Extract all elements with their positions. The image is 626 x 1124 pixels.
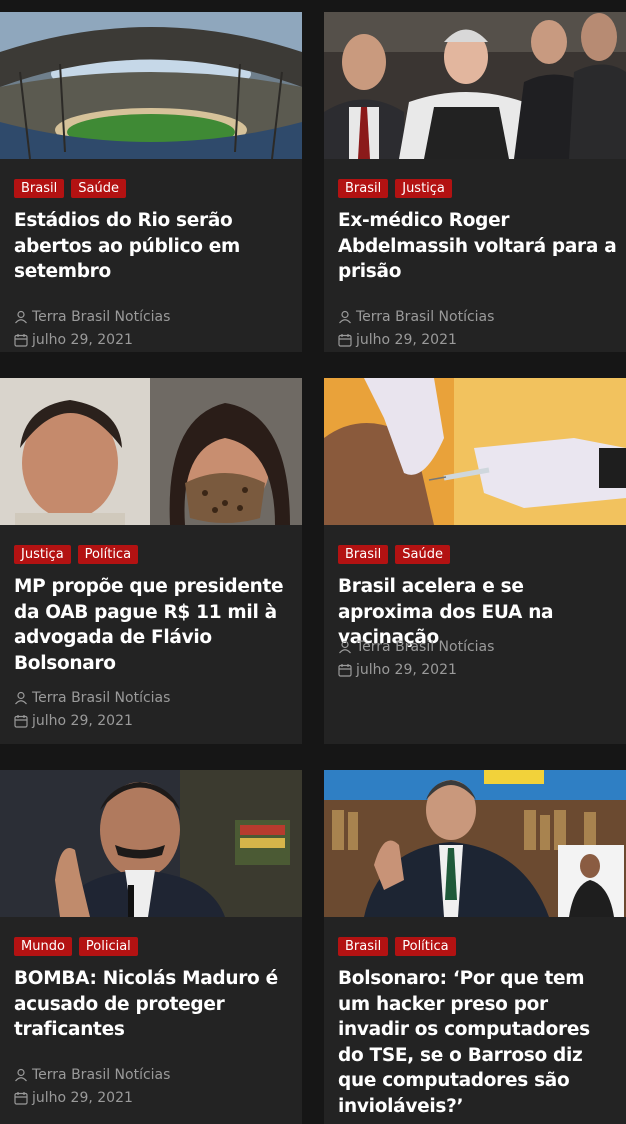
tag-brasil[interactable]: Brasil	[338, 545, 389, 564]
tag-justica[interactable]: Justiça	[395, 179, 452, 198]
tag-list: Brasil Saúde	[338, 545, 450, 564]
tag-saude[interactable]: Saúde	[395, 545, 450, 564]
article-date: julho 29, 2021	[32, 1089, 133, 1106]
tag-brasil[interactable]: Brasil	[14, 179, 65, 198]
tag-list: Brasil Saúde	[14, 179, 126, 198]
article-meta: Terra Brasil Notícias julho 29, 2021	[14, 305, 170, 351]
tag-list: Justiça Política	[14, 545, 139, 564]
user-icon	[15, 691, 27, 704]
tag-saude[interactable]: Saúde	[71, 179, 126, 198]
tag-justica[interactable]: Justiça	[14, 545, 71, 564]
article-author[interactable]: Terra Brasil Notícias	[32, 307, 170, 327]
people-image	[324, 12, 626, 159]
user-icon	[339, 640, 351, 653]
vaccine-image	[324, 378, 626, 525]
article-author[interactable]: Terra Brasil Notícias	[32, 1065, 170, 1085]
news-grid: Brasil Saúde Estádios do Rio serão abert…	[0, 0, 626, 1124]
maduro-image	[0, 770, 302, 917]
article-thumbnail[interactable]	[0, 770, 302, 917]
article-title[interactable]: Ex-médico Roger Abdelmassih voltará para…	[338, 208, 618, 285]
article-title[interactable]: BOMBA: Nicolás Maduro é acusado de prote…	[14, 966, 294, 1043]
tag-brasil[interactable]: Brasil	[338, 937, 389, 956]
article-author[interactable]: Terra Brasil Notícias	[32, 688, 170, 708]
tag-brasil[interactable]: Brasil	[338, 179, 389, 198]
article-author[interactable]: Terra Brasil Notícias	[356, 307, 494, 327]
article-card: Justiça Política MP propõe que president…	[0, 378, 302, 744]
stadium-image	[0, 12, 302, 159]
calendar-icon	[14, 714, 28, 728]
article-card: Brasil Saúde Brasil acelera e se aproxim…	[324, 378, 626, 744]
calendar-icon	[14, 333, 28, 347]
tag-mundo[interactable]: Mundo	[14, 937, 72, 956]
user-icon	[339, 310, 351, 323]
calendar-icon	[338, 333, 352, 347]
user-icon	[15, 1068, 27, 1081]
bolsonaro-image	[324, 770, 626, 917]
tag-policial[interactable]: Policial	[78, 937, 138, 956]
calendar-icon	[14, 1091, 28, 1105]
calendar-icon	[338, 663, 352, 677]
article-meta: Terra Brasil Notícias julho 29, 2021	[338, 305, 494, 351]
article-date: julho 29, 2021	[32, 331, 133, 348]
article-thumbnail[interactable]	[0, 378, 302, 525]
article-meta: Terra Brasil Notícias julho 29, 2021	[338, 635, 494, 681]
tag-politica[interactable]: Política	[77, 545, 139, 564]
article-meta: Terra Brasil Notícias julho 29, 2021	[14, 1063, 170, 1109]
user-icon	[15, 310, 27, 323]
tag-list: Mundo Policial	[14, 937, 138, 956]
article-thumbnail[interactable]	[324, 378, 626, 525]
article-card: Mundo Policial BOMBA: Nicolás Maduro é a…	[0, 770, 302, 1124]
portraits-image	[0, 378, 302, 525]
article-meta: Terra Brasil Notícias julho 29, 2021	[14, 686, 170, 732]
article-card: Brasil Justiça Ex-médico Roger Abdelmass…	[324, 12, 626, 352]
tag-list: Brasil Justiça	[338, 179, 452, 198]
article-card: Brasil Saúde Estádios do Rio serão abert…	[0, 12, 302, 352]
article-date: julho 29, 2021	[32, 712, 133, 729]
article-card: Brasil Política Bolsonaro: ‘Por que tem …	[324, 770, 626, 1124]
article-title[interactable]: MP propõe que presidente da OAB pague R$…	[14, 574, 294, 676]
article-date: julho 29, 2021	[356, 661, 457, 678]
article-title[interactable]: Estádios do Rio serão abertos ao público…	[14, 208, 294, 285]
tag-politica[interactable]: Política	[395, 937, 456, 956]
article-thumbnail[interactable]	[324, 770, 626, 917]
article-title[interactable]: Bolsonaro: ‘Por que tem um hacker preso …	[338, 966, 618, 1119]
article-author[interactable]: Terra Brasil Notícias	[356, 637, 494, 657]
article-date: julho 29, 2021	[356, 331, 457, 348]
article-thumbnail[interactable]	[324, 12, 626, 159]
article-thumbnail[interactable]	[0, 12, 302, 159]
tag-list: Brasil Política	[338, 937, 456, 956]
